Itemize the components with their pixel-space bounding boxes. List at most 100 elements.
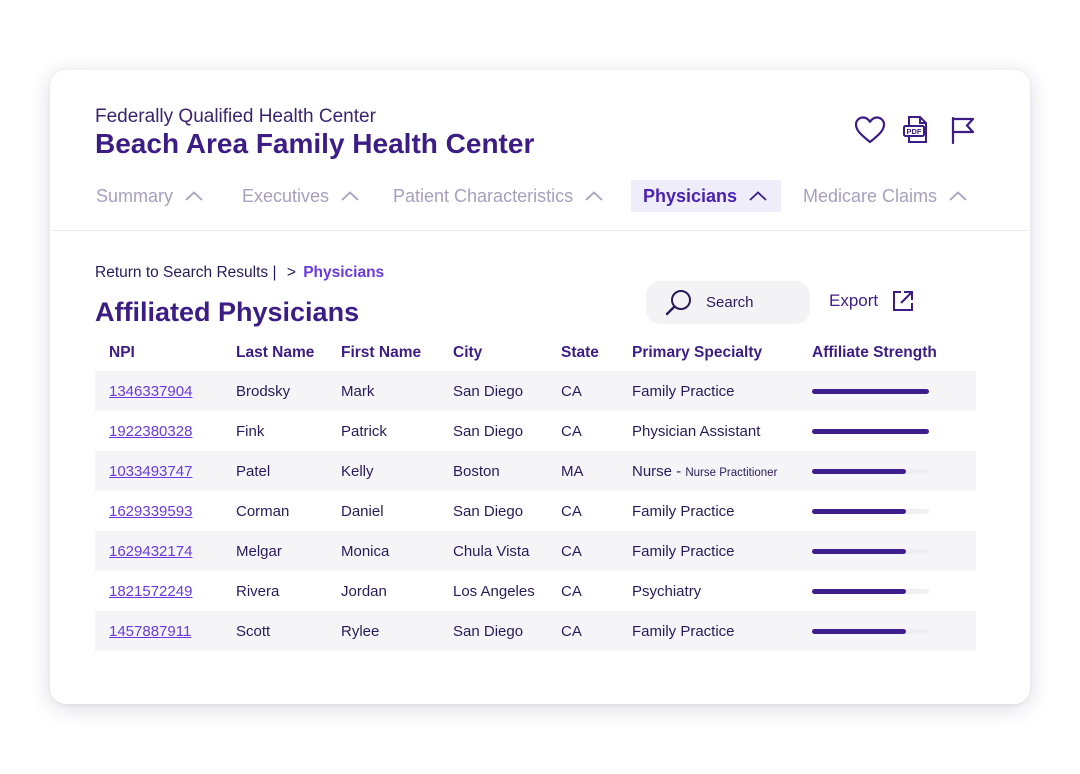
- tab-medicare-claims[interactable]: Medicare Claims: [791, 180, 979, 212]
- tab-label: Patient Characteristics: [393, 185, 574, 206]
- tab-label: Physicians: [643, 185, 738, 206]
- column-header-state[interactable]: State: [561, 335, 632, 371]
- specialty-text: Family Practice: [632, 502, 735, 520]
- chevron-up-icon: [585, 191, 603, 201]
- table-header-row: NPI Last Name First Name City State Prim…: [95, 335, 976, 371]
- specialty-cell: Nurse - Nurse Practitioner: [632, 451, 812, 491]
- strength-cell: [812, 491, 976, 531]
- first-name-cell: Daniel: [341, 502, 384, 520]
- tab-patient-characteristics[interactable]: Patient Characteristics: [381, 180, 615, 212]
- specialty-text: Family Practice: [632, 622, 735, 640]
- npi-link[interactable]: 1629432174: [109, 543, 192, 560]
- column-header-city[interactable]: City: [453, 335, 561, 371]
- header-actions: PDF: [854, 114, 978, 146]
- npi-link[interactable]: 1922380328: [109, 423, 192, 440]
- org-type-label: Federally Qualified Health Center: [95, 106, 376, 127]
- heart-icon[interactable]: [854, 114, 886, 146]
- external-link-icon: [892, 290, 914, 312]
- npi-cell: 1457887911: [95, 611, 236, 651]
- npi-link[interactable]: 1033493747: [109, 463, 192, 480]
- npi-link[interactable]: 1821572249: [109, 583, 192, 600]
- strength-bar: [812, 468, 929, 474]
- strength-bar: [812, 548, 929, 554]
- city-cell: Los Angeles: [453, 582, 535, 600]
- search-field[interactable]: [646, 281, 810, 324]
- strength-bar-fill: [812, 588, 906, 594]
- strength-bar-fill: [812, 548, 906, 554]
- search-input[interactable]: [704, 293, 798, 312]
- breadcrumb-current: Physicians: [303, 264, 385, 281]
- first-name-cell: Jordan: [341, 582, 387, 600]
- npi-link[interactable]: 1346337904: [109, 383, 192, 400]
- state-cell: CA: [561, 531, 632, 571]
- first-name-cell: Kelly: [341, 451, 453, 491]
- npi-cell: 1922380328: [95, 411, 236, 451]
- specialty-cell: Family Practice: [632, 371, 812, 411]
- city-cell: San Diego: [453, 611, 561, 651]
- npi-cell: 1346337904: [95, 371, 236, 411]
- specialty-text: Psychiatry: [632, 582, 702, 600]
- table-row: 1457887911 Scott Rylee San Diego CA Fami…: [95, 611, 976, 651]
- tab-physicians[interactable]: Physicians: [631, 180, 781, 212]
- strength-cell: [812, 451, 976, 491]
- first-name-cell: Patrick: [341, 422, 387, 440]
- chevron-up-icon: [949, 191, 967, 201]
- column-header-affiliate-strength[interactable]: Affiliate Strength: [812, 335, 976, 371]
- strength-cell: [812, 611, 976, 651]
- state-cell: CA: [561, 582, 582, 600]
- city-cell: San Diego: [453, 422, 524, 440]
- specialty-text: Physician Assistant: [632, 422, 761, 440]
- breadcrumb-separator: >: [286, 264, 296, 281]
- npi-cell: 1821572249: [95, 571, 236, 611]
- column-header-npi[interactable]: NPI: [95, 335, 236, 371]
- strength-bar-fill: [812, 508, 906, 514]
- strength-bar-fill: [812, 468, 906, 474]
- provider-card: Federally Qualified Health Center Beach …: [50, 70, 1030, 704]
- first-name-cell: Mark: [341, 371, 453, 411]
- state-cell: CA: [561, 611, 632, 651]
- specialty-cell: Family Practice: [632, 611, 812, 651]
- last-name-cell: Brodsky: [236, 371, 341, 411]
- export-button[interactable]: Export: [829, 290, 914, 312]
- state-cell: CA: [561, 371, 632, 411]
- tab-summary[interactable]: Summary: [84, 180, 215, 212]
- npi-link[interactable]: 1629339593: [109, 503, 192, 520]
- npi-cell: 1629339593: [95, 491, 236, 531]
- city-cell: Chula Vista: [453, 531, 561, 571]
- first-name-cell: Rylee: [341, 611, 453, 651]
- tab-label: Summary: [96, 185, 174, 206]
- column-header-last-name[interactable]: Last Name: [236, 335, 341, 371]
- strength-bar: [812, 508, 929, 514]
- last-name-cell: Corman: [236, 502, 290, 520]
- column-header-first-name[interactable]: First Name: [341, 335, 453, 371]
- tab-executives[interactable]: Executives: [230, 180, 371, 212]
- last-name-cell: Scott: [236, 611, 341, 651]
- breadcrumb: Return to Search Results | > Physicians: [95, 264, 384, 282]
- chevron-up-icon: [749, 191, 767, 201]
- strength-bar-fill: [812, 428, 929, 434]
- page-title: Beach Area Family Health Center: [95, 128, 535, 159]
- last-name-cell: Melgar: [236, 531, 341, 571]
- npi-link[interactable]: 1457887911: [109, 623, 191, 640]
- specialty-text: Family Practice: [632, 382, 735, 400]
- table-row: 1821572249 Rivera Jordan Los Angeles CA …: [95, 571, 976, 611]
- last-name-cell: Fink: [236, 422, 265, 440]
- table-row: 1629432174 Melgar Monica Chula Vista CA …: [95, 531, 976, 571]
- first-name-cell: Monica: [341, 531, 453, 571]
- physicians-table: NPI Last Name First Name City State Prim…: [95, 335, 976, 651]
- table-row: 1346337904 Brodsky Mark San Diego CA Fam…: [95, 371, 976, 411]
- pdf-icon[interactable]: PDF: [900, 114, 932, 146]
- npi-cell: 1033493747: [95, 451, 236, 491]
- state-cell: CA: [561, 422, 582, 440]
- state-cell: MA: [561, 451, 632, 491]
- city-cell: San Diego: [453, 371, 561, 411]
- return-to-search-link[interactable]: Return to Search Results |: [95, 264, 277, 281]
- flag-icon[interactable]: [946, 114, 978, 146]
- column-header-primary-specialty[interactable]: Primary Specialty: [632, 335, 812, 371]
- specialty-cell: Family Practice: [632, 531, 812, 571]
- chevron-up-icon: [185, 191, 203, 201]
- table-row: 1629339593 Corman Daniel San Diego CA Fa…: [95, 491, 976, 531]
- strength-bar-fill: [812, 628, 906, 634]
- strength-cell: [812, 531, 976, 571]
- strength-bar: [812, 428, 929, 434]
